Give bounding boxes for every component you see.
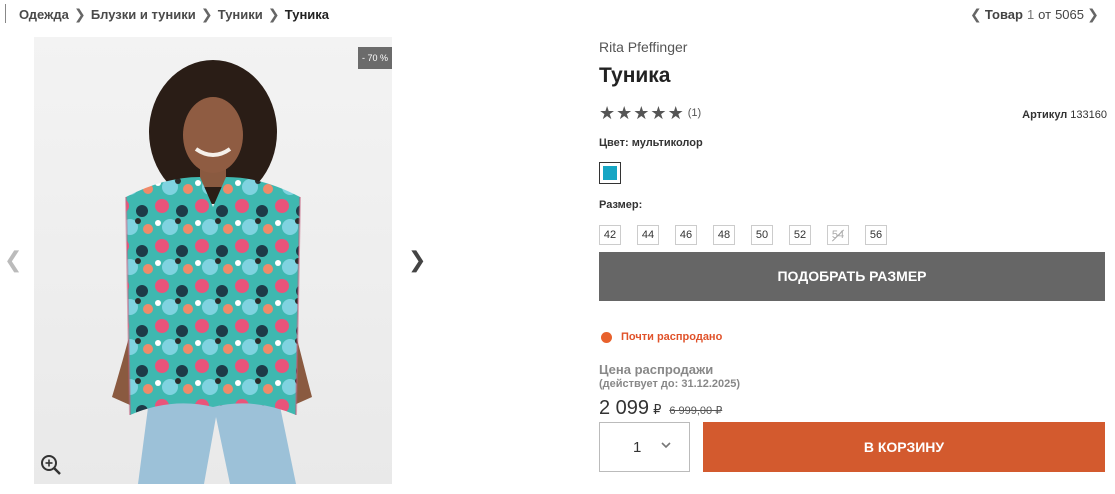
product-pager: ❮ Товар 1 от 5065 ❯ xyxy=(967,6,1102,23)
star-icon: ★ xyxy=(650,103,667,123)
discount-badge: - 70 % xyxy=(358,47,392,69)
product-image[interactable]: - 70 % xyxy=(34,37,392,484)
status-dot-icon xyxy=(601,331,612,343)
pager-of: от xyxy=(1038,7,1052,22)
pager-prev-icon[interactable]: ❮ xyxy=(967,6,985,23)
breadcrumb-separator-icon: ❯ xyxy=(73,6,86,22)
price-now: 2 099 xyxy=(599,397,650,419)
size-option-56[interactable]: 56 xyxy=(865,225,887,245)
page-title: Туника xyxy=(599,64,671,87)
price: 2 099 ₽ 6 999,00 ₽ xyxy=(599,397,722,420)
breadcrumb-separator-icon: ❯ xyxy=(267,6,280,22)
divider xyxy=(5,4,6,23)
stock-status-text: Почти распродано xyxy=(621,331,723,343)
zoom-in-icon[interactable] xyxy=(40,454,62,476)
pager-next-icon[interactable]: ❯ xyxy=(1084,6,1102,23)
top-bar: Одежда ❯ Блузки и туники ❯ Туники ❯ Туни… xyxy=(0,0,1115,28)
price-currency: ₽ xyxy=(653,402,662,417)
color-label: Цвет: мультиколор xyxy=(599,137,703,149)
size-option-44[interactable]: 44 xyxy=(637,225,659,245)
breadcrumb-separator-icon: ❯ xyxy=(200,6,213,22)
star-icon: ★ xyxy=(667,103,684,123)
size-option-46[interactable]: 46 xyxy=(675,225,697,245)
size-option-50[interactable]: 50 xyxy=(751,225,773,245)
breadcrumb: Одежда ❯ Блузки и туники ❯ Туники ❯ Туни… xyxy=(19,6,329,23)
quantity-select[interactable]: 1 xyxy=(599,422,690,472)
star-icon: ★ xyxy=(616,103,633,123)
article-number: Артикул 133160 xyxy=(1022,109,1107,121)
chevron-right-icon[interactable]: ❯ xyxy=(408,248,426,272)
star-icon: ★ xyxy=(633,103,650,123)
pager-total: 5065 xyxy=(1055,7,1084,22)
rating-count[interactable]: (1) xyxy=(688,107,701,119)
sale-until: (действует до: 31.12.2025) xyxy=(599,378,741,390)
star-icon: ★ xyxy=(599,103,616,123)
size-option-48[interactable]: 48 xyxy=(713,225,735,245)
breadcrumb-item-clothing[interactable]: Одежда xyxy=(19,7,69,22)
product-brand[interactable]: Rita Pfeffinger xyxy=(599,39,687,55)
size-option-54-unavailable: 54 xyxy=(827,225,849,245)
find-size-button[interactable]: ПОДОБРАТЬ РАЗМЕР xyxy=(599,252,1105,301)
breadcrumb-item-blouses[interactable]: Блузки и туники xyxy=(91,7,196,22)
article-label: Артикул xyxy=(1022,109,1068,121)
breadcrumb-item-tunics[interactable]: Туники xyxy=(218,7,263,22)
swatch-fill xyxy=(603,166,617,180)
color-swatch[interactable] xyxy=(599,162,621,184)
product-photo xyxy=(34,37,392,484)
size-option-42[interactable]: 42 xyxy=(599,225,621,245)
chevron-left-icon[interactable]: ❮ xyxy=(4,248,22,272)
chevron-down-icon xyxy=(661,442,671,449)
size-label: Размер: xyxy=(599,199,643,211)
quantity-value: 1 xyxy=(633,439,642,456)
size-option-52[interactable]: 52 xyxy=(789,225,811,245)
add-to-cart-button[interactable]: В КОРЗИНУ xyxy=(703,422,1105,472)
rating[interactable]: ★ ★ ★ ★ ★ (1) xyxy=(599,103,701,123)
article-value: 133160 xyxy=(1070,109,1107,121)
sale-label: Цена распродажи xyxy=(599,362,714,377)
stock-status: Почти распродано xyxy=(601,331,722,343)
breadcrumb-item-current: Туника xyxy=(284,7,330,22)
pager-label: Товар xyxy=(984,7,1023,22)
pager-current: 1 xyxy=(1026,7,1035,22)
price-old: 6 999,00 ₽ xyxy=(669,405,723,417)
